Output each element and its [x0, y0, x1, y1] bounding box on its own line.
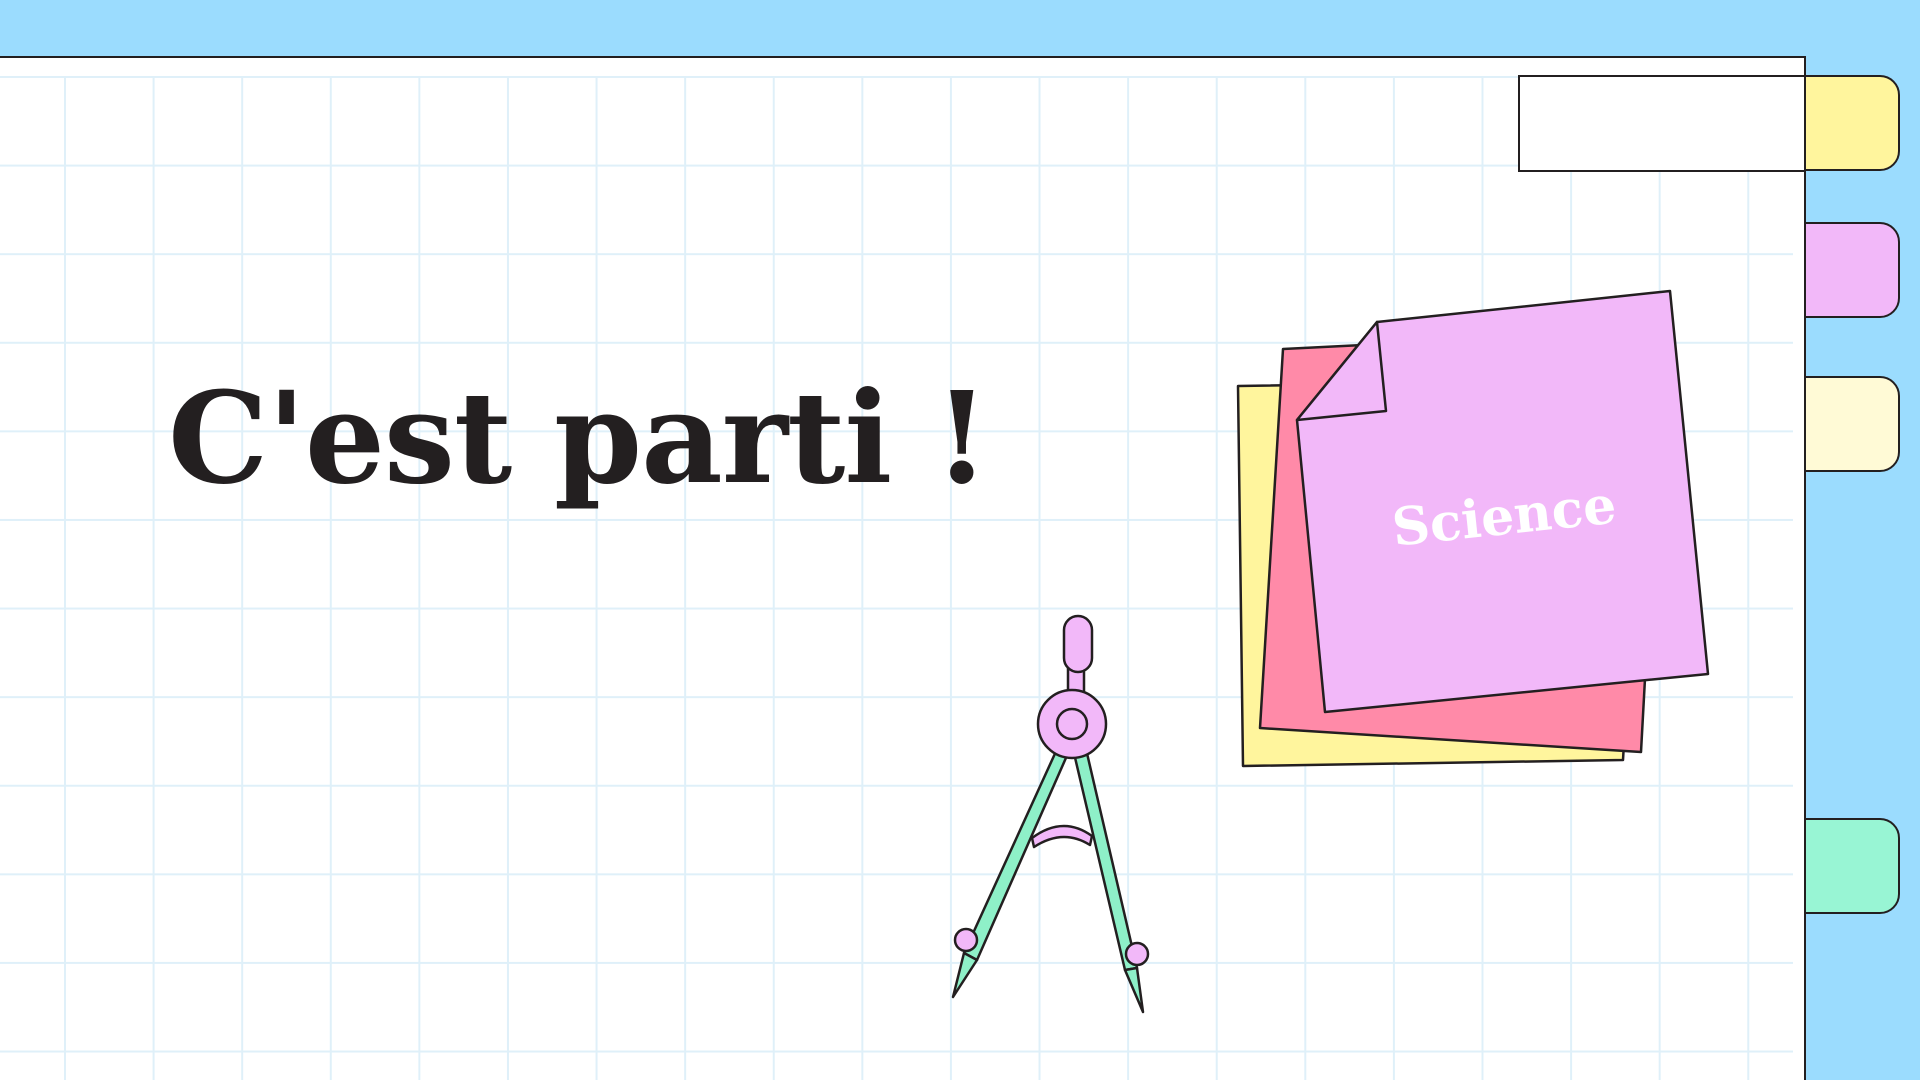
compass-right-joint: [1124, 941, 1150, 967]
compass-handle: [1062, 614, 1094, 674]
compass-left-leg: [962, 745, 1071, 962]
sticky-notes-icon: Science: [1236, 289, 1710, 768]
illustrations: Science: [951, 289, 1710, 1014]
compass-crossbar: [1030, 824, 1094, 849]
compass-right-leg: [1071, 747, 1139, 972]
compass-left-tip: [951, 951, 979, 999]
compass-icon: [951, 614, 1150, 1014]
compass-left-joint: [953, 927, 979, 953]
slide: C'est parti ! Science: [0, 0, 1920, 1080]
compass-right-tip: [1123, 966, 1145, 1014]
compass-hinge-inner: [1055, 707, 1089, 741]
